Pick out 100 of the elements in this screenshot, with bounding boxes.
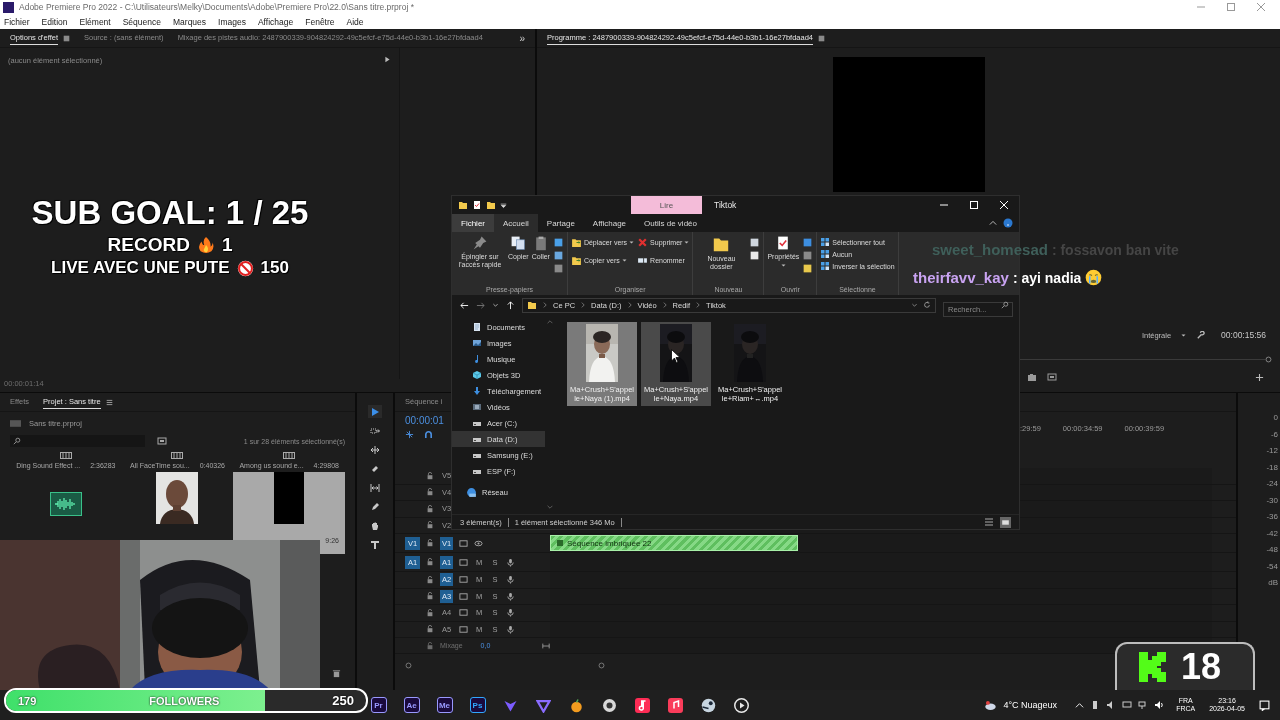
track-select-tool-icon[interactable] [370,425,380,436]
monitor-icon[interactable] [1122,700,1133,710]
forward-icon[interactable] [476,300,485,310]
triangle-icon[interactable] [536,697,551,713]
slip-tool-icon[interactable] [370,482,380,493]
notification-icon[interactable] [1259,699,1270,711]
timeline-clip[interactable]: Séquence imbriquée 22 [550,535,798,551]
disc-icon[interactable] [602,697,617,713]
search-field[interactable] [10,435,145,447]
cursor-icon [671,349,681,364]
fruit-icon[interactable] [569,697,584,713]
app-icon[interactable]: Ps [469,697,486,713]
ribbon-tab[interactable]: Outils de vidéo [635,214,706,232]
waveform-icon [53,496,78,512]
folder-icon[interactable] [486,200,496,210]
menu-item[interactable]: Séquence [122,16,161,27]
lock-icon[interactable] [426,504,434,513]
scroll-handle[interactable] [598,662,605,669]
selection-tool-icon[interactable] [370,406,380,417]
new-bin-icon[interactable] [157,436,167,446]
tiles-view-icon[interactable] [1000,516,1011,528]
ribbon-tab[interactable]: Accueil [494,214,538,232]
video-thumbnail[interactable] [274,472,305,524]
mic-icon[interactable] [506,608,515,618]
ribbon-tab[interactable]: Fichier [452,214,494,232]
audio-thumbnail[interactable] [49,492,82,516]
wrench-icon[interactable] [1196,330,1206,340]
music-note-icon[interactable] [635,697,650,713]
context-tab[interactable]: Lire [631,196,702,214]
app-icon[interactable]: Ae [403,697,420,713]
lock-icon[interactable] [426,558,434,566]
music-icon[interactable] [668,697,683,713]
mic-icon[interactable] [506,624,515,634]
lock-icon[interactable] [426,539,434,547]
eye-icon[interactable] [474,538,483,548]
lock-icon[interactable] [426,625,434,634]
caret-icon[interactable] [500,201,507,209]
chevron-up-icon[interactable] [989,219,997,227]
zoom-scrollbar[interactable] [405,662,605,669]
piston-icon[interactable] [701,697,716,713]
razor-tool-icon[interactable] [370,463,380,474]
camera-icon[interactable] [1027,372,1037,382]
volume-icon[interactable] [1154,700,1165,710]
menu-item[interactable]: Marques [173,16,207,27]
chevron-up-icon[interactable] [1075,700,1085,710]
menu-item[interactable]: Edition [41,16,68,27]
hand-tool-icon[interactable] [370,520,380,531]
ribbon-tab[interactable]: Affichage [583,214,636,232]
weather-text[interactable]: 4°C Nuageux [1003,700,1058,710]
scrub-handle[interactable] [1265,355,1272,363]
menu-item[interactable]: Affichage [257,16,294,27]
details-view-icon[interactable] [984,517,994,527]
menu-item[interactable]: Aide [346,16,364,27]
mic-icon[interactable] [506,557,515,567]
menu-item[interactable]: Elément [79,16,111,27]
pen-tool-icon[interactable] [370,501,380,512]
trash-icon[interactable] [332,669,341,678]
lock-icon[interactable] [426,641,434,650]
lock-icon[interactable] [426,488,434,497]
film-icon [283,452,296,459]
type-tool-icon[interactable] [370,539,380,550]
up-icon[interactable] [506,300,515,310]
goal-label: RECORD [107,234,190,256]
snap-icon[interactable] [405,430,414,439]
dropdown-icon[interactable] [492,301,499,309]
checklist-icon[interactable] [472,200,482,210]
help-icon[interactable] [1003,218,1013,228]
overflow-button[interactable]: » [519,32,525,44]
add-icon[interactable] [1255,372,1264,382]
mic-icon[interactable] [506,575,515,585]
back-icon[interactable] [460,300,469,310]
folder-icon [527,300,537,310]
scrollbar[interactable] [546,319,554,510]
chat-username: sweet_homesad [932,241,1048,258]
export-frame-icon[interactable] [1047,372,1057,382]
network-icon[interactable] [1138,700,1149,710]
scroll-handle[interactable] [405,662,412,669]
viewer-count: 18 [1181,646,1222,688]
menu-icon[interactable] [105,398,113,406]
menu-item[interactable]: Fichier [4,16,30,27]
play-icon[interactable] [734,697,749,713]
app-icon[interactable]: Me [436,697,453,713]
ribbon-tab[interactable]: Partage [537,214,584,232]
goal-label: LIVE AVEC UNE PUTE [51,258,230,278]
play-icon[interactable] [384,56,391,63]
lock-icon[interactable] [426,471,434,480]
expand-icon[interactable] [542,641,550,650]
lock-icon[interactable] [426,608,434,617]
app-icon[interactable]: Pr [370,697,387,713]
lock-icon[interactable] [426,521,434,530]
lock-icon[interactable] [426,592,434,601]
menu-item[interactable]: Fenêtre [305,16,335,27]
dropdown-icon[interactable] [911,301,918,309]
refresh-icon[interactable] [923,301,931,309]
ripple-tool-icon[interactable] [370,444,380,455]
mic-icon[interactable] [506,591,515,601]
menu-item[interactable]: Images [218,16,246,27]
lock-icon[interactable] [426,575,434,584]
chat-message: : ayi nadia [1012,269,1082,286]
magnet-icon[interactable] [424,430,433,439]
